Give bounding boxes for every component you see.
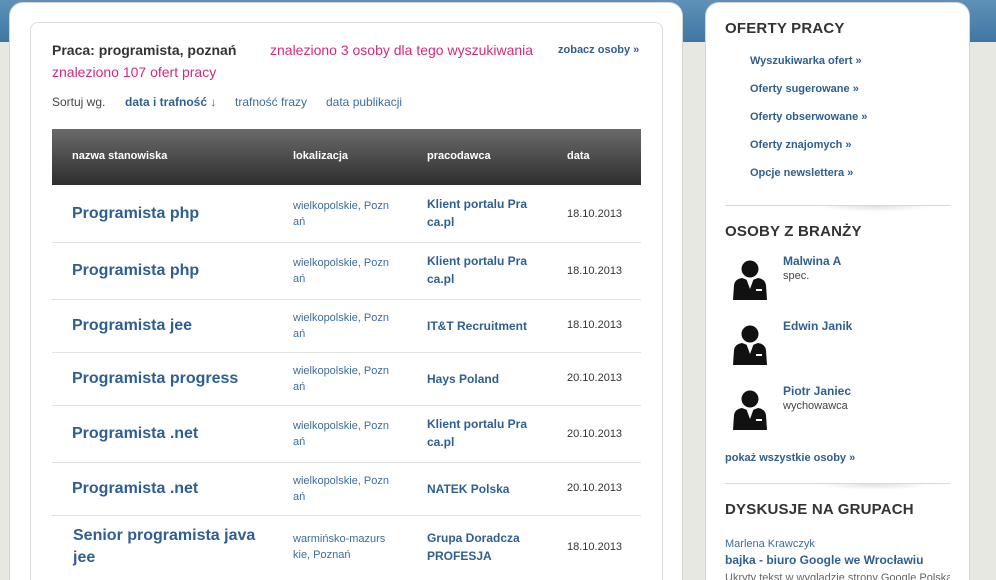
job-location: wielkopolskie, Pozn ań <box>293 420 389 448</box>
sidebar-link-suggested[interactable]: Oferty sugerowane » <box>750 83 859 95</box>
sort-option-phrase[interactable]: trafność frazy <box>235 95 307 109</box>
job-date: 18.10.2013 <box>567 541 623 553</box>
person-role: wychowawca <box>783 400 848 412</box>
employer-link[interactable]: Klient portalu Pra ca.pl <box>427 252 537 288</box>
job-title-link[interactable]: Programista php <box>72 260 272 282</box>
show-all-people-link[interactable]: pokaż wszystkie osoby » <box>725 452 855 464</box>
column-header-title[interactable]: nazwa stanowiska <box>72 150 167 162</box>
column-header-location[interactable]: lokalizacja <box>293 150 348 162</box>
job-date: 20.10.2013 <box>567 482 623 494</box>
sort-label: Sortuj wg. <box>52 95 106 109</box>
employer-link[interactable]: IT&T Recruitment <box>427 317 537 335</box>
job-date: 20.10.2013 <box>567 428 623 440</box>
person-name-link[interactable]: Piotr Janiec <box>783 384 851 398</box>
table-row: Programista progress wielkopolskie, Pozn… <box>52 353 641 406</box>
offers-heading: OFERTY PRACY <box>725 20 845 37</box>
person-avatar-icon[interactable] <box>732 388 768 430</box>
job-date: 20.10.2013 <box>567 372 623 384</box>
person-role: spec. <box>783 270 810 282</box>
table-row: Senior programista java jee warmińsko-ma… <box>52 516 641 580</box>
sidebar-divider <box>725 483 950 490</box>
groups-heading: DYSKUSJE NA GRUPACH <box>725 501 914 518</box>
person-name-link[interactable]: Malwina A <box>783 254 841 268</box>
job-title-link[interactable]: Programista jee <box>72 315 272 337</box>
job-title-link[interactable]: Programista progress <box>72 368 272 390</box>
job-date: 18.10.2013 <box>567 208 623 220</box>
table-row: Programista php wielkopolskie, Pozn ań K… <box>52 243 641 300</box>
table-row: Programista .net wielkopolskie, Pozn ań … <box>52 463 641 516</box>
discussion-title-link[interactable]: bajka - biuro Google we Wrocławiu <box>725 553 923 567</box>
found-people-count: znaleziono 3 osoby dla tego wyszukiwania <box>270 42 534 58</box>
employer-link[interactable]: NATEK Polska <box>427 480 537 498</box>
table-row: Programista .net wielkopolskie, Pozn ań … <box>52 406 641 463</box>
job-date: 18.10.2013 <box>567 319 623 331</box>
people-heading: OSOBY Z BRANŻY <box>725 223 862 240</box>
column-header-employer[interactable]: pracodawca <box>427 150 491 162</box>
column-header-date[interactable]: data <box>567 150 590 162</box>
job-location: wielkopolskie, Pozn ań <box>293 200 389 228</box>
person-avatar-icon[interactable] <box>732 323 768 365</box>
job-title-link[interactable]: Programista .net <box>72 423 272 445</box>
discussion-excerpt: Ukryty tekst w wyglądzie strony Google P… <box>725 572 950 580</box>
sidebar-link-watched[interactable]: Oferty obserwowane » <box>750 111 867 123</box>
person-name-link[interactable]: Edwin Janik <box>783 319 852 333</box>
sort-option-date[interactable]: data publikacji <box>326 95 402 109</box>
job-location: warmińsko-mazurs kie, Poznań <box>293 533 386 561</box>
sidebar-link-newsletter[interactable]: Opcje newslettera » <box>750 167 853 179</box>
job-title-link[interactable]: Programista php <box>72 203 272 225</box>
sidebar-divider <box>725 205 950 212</box>
see-people-link[interactable]: zobacz osoby » <box>558 44 639 56</box>
job-location: wielkopolskie, Pozn ań <box>293 365 389 393</box>
job-location: wielkopolskie, Pozn ań <box>293 475 389 503</box>
table-header: nazwa stanowiska lokalizacja pracodawca … <box>52 129 641 185</box>
sidebar-link-search[interactable]: Wyszukiwarka ofert » <box>750 55 862 67</box>
employer-link[interactable]: Hays Poland <box>427 370 537 388</box>
job-location: wielkopolskie, Pozn ań <box>293 312 389 340</box>
job-location: wielkopolskie, Pozn ań <box>293 257 389 285</box>
found-offers-count: znaleziono 107 ofert pracy <box>52 64 217 80</box>
job-title-link[interactable]: Programista .net <box>72 478 272 500</box>
sort-option-active[interactable]: data i trafność ↓ <box>125 95 216 109</box>
table-row: Programista php wielkopolskie, Pozn ań K… <box>52 186 641 243</box>
job-title-link[interactable]: Senior programista java jee <box>73 525 273 569</box>
sidebar-link-friends[interactable]: Oferty znajomych » <box>750 139 851 151</box>
search-title: Praca: programista, poznań <box>52 42 237 58</box>
employer-link[interactable]: Grupa Doradcza PROFESJA <box>427 529 537 565</box>
person-avatar-icon[interactable] <box>732 258 768 300</box>
employer-link[interactable]: Klient portalu Pra ca.pl <box>427 415 537 451</box>
discussion-author-link[interactable]: Marlena Krawczyk <box>725 538 815 550</box>
table-row: Programista jee wielkopolskie, Pozn ań I… <box>52 300 641 353</box>
job-date: 18.10.2013 <box>567 265 623 277</box>
employer-link[interactable]: Klient portalu Pra ca.pl <box>427 195 537 231</box>
